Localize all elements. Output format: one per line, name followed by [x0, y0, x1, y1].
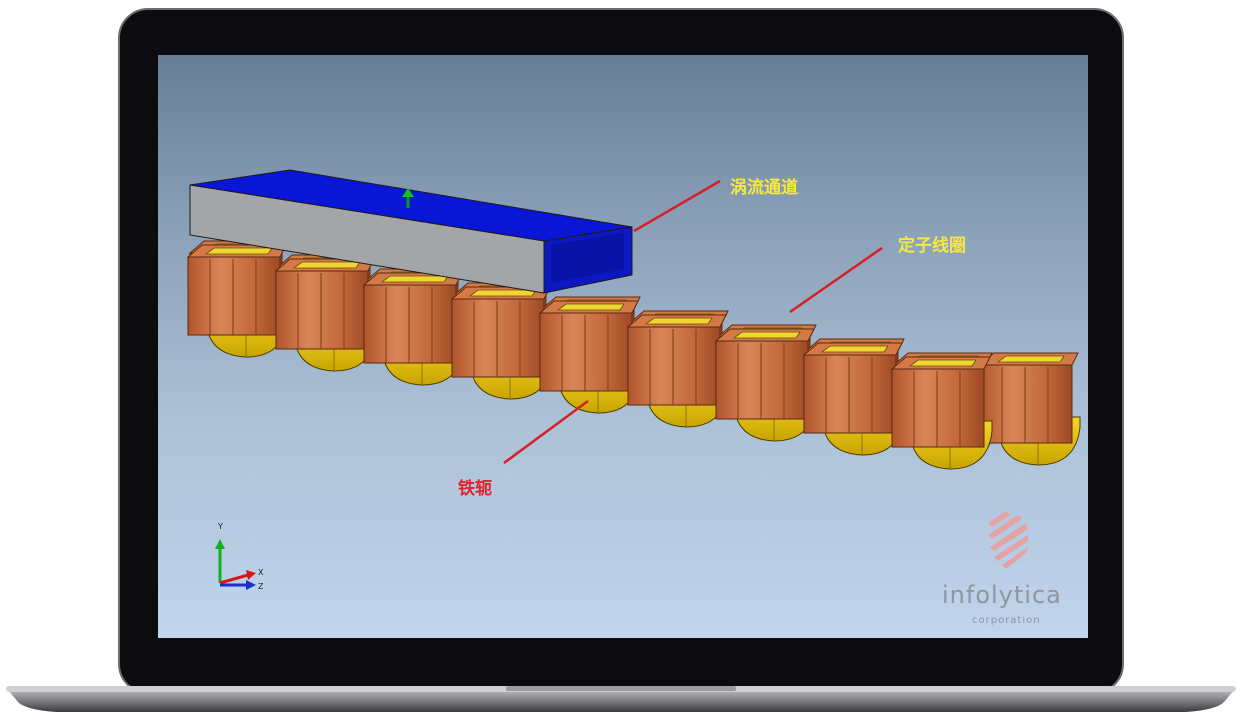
- leader-line-eddy-channel: [633, 179, 721, 233]
- axis-label-z: Z: [258, 582, 264, 591]
- simulation-viewport[interactable]: 涡流通道 定子线圈 铁轭 Y X Z infolytica corporatio…: [158, 55, 1088, 638]
- logo-name: infolytica: [942, 581, 1062, 609]
- axis-label-x: X: [258, 568, 264, 577]
- leader-line-iron-yoke: [503, 399, 589, 465]
- label-iron-yoke: 铁轭: [458, 479, 492, 499]
- leader-line-stator-coil: [789, 246, 883, 314]
- laptop-base: [6, 686, 1236, 712]
- infolytica-logo-icon: [988, 511, 1028, 569]
- axis-triad-icon[interactable]: Y X Z: [208, 517, 278, 597]
- logo-subtitle: corporation: [972, 615, 1041, 626]
- label-eddy-channel: 涡流通道: [730, 178, 798, 198]
- axis-label-y: Y: [217, 522, 223, 531]
- label-stator-coil: 定子线圈: [898, 236, 966, 256]
- infolytica-logo: infolytica corporation: [938, 507, 1088, 637]
